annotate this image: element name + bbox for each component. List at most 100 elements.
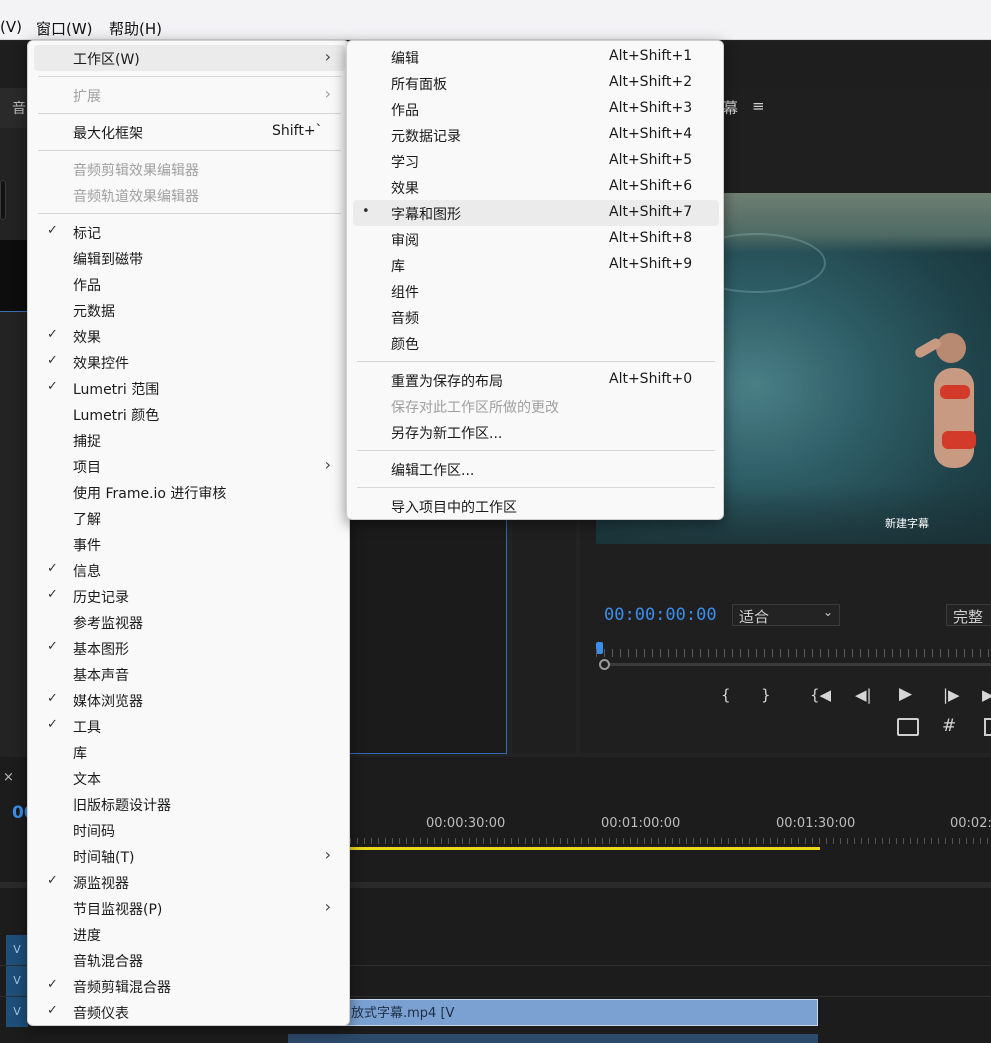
window-menu-item[interactable]: ✓ 标记 bbox=[34, 219, 345, 245]
window-menu-item[interactable]: 元数据 bbox=[34, 297, 345, 323]
mark-in-icon[interactable]: { bbox=[721, 686, 731, 704]
fit-select[interactable]: 适合 ⌄ bbox=[732, 604, 840, 626]
workspace-menu-item[interactable]: 重置为保存的布局 Alt+Shift+0 bbox=[353, 367, 719, 393]
step-forward-icon[interactable]: |▶ bbox=[943, 686, 960, 704]
window-menu-item[interactable]: 时间码 bbox=[34, 817, 345, 843]
window-menu-item[interactable]: ✓ 基本图形 bbox=[34, 635, 345, 661]
window-menu-item[interactable]: ✓ 音频仪表 bbox=[34, 999, 345, 1025]
mark-out-icon[interactable]: } bbox=[761, 686, 771, 704]
workspace-menu-item[interactable]: 所有面板 Alt+Shift+2 bbox=[353, 70, 719, 96]
workspace-menu-item[interactable]: 元数据记录 Alt+Shift+4 bbox=[353, 122, 719, 148]
window-menu-item[interactable]: 时间轴(T) › bbox=[34, 843, 345, 869]
workspace-menu-item-label: 颜色 bbox=[391, 337, 419, 353]
workspace-menu-item[interactable]: • 字幕和图形 Alt+Shift+7 bbox=[353, 200, 719, 226]
shortcut-label: Alt+Shift+3 bbox=[609, 100, 693, 116]
menu-view[interactable]: (V) bbox=[0, 18, 22, 36]
go-to-in-icon[interactable]: {◀ bbox=[810, 686, 831, 704]
window-menu-item[interactable]: 参考监视器 bbox=[34, 609, 345, 635]
workspace-menu-item[interactable]: 导入项目中的工作区 bbox=[353, 493, 719, 519]
menu-help[interactable]: 帮助(H) bbox=[109, 18, 162, 39]
zoom-handle[interactable] bbox=[599, 659, 610, 670]
window-menu-item[interactable]: ✓ 媒体浏览器 bbox=[34, 687, 345, 713]
window-menu-item[interactable]: 节目监视器(P) › bbox=[34, 895, 345, 921]
work-area-bar[interactable] bbox=[350, 847, 820, 850]
step-back-icon[interactable]: ◀| bbox=[855, 686, 872, 704]
window-menu-item-label: 媒体浏览器 bbox=[73, 694, 143, 710]
shortcut-label: Alt+Shift+5 bbox=[609, 152, 693, 168]
window-menu-item[interactable]: 事件 bbox=[34, 531, 345, 557]
window-menu-item[interactable]: 项目 › bbox=[34, 453, 345, 479]
program-scrubber[interactable] bbox=[596, 642, 991, 670]
window-menu-item[interactable]: 了解 bbox=[34, 505, 345, 531]
workspace-menu-item[interactable]: 颜色 bbox=[353, 330, 719, 356]
workspace-menu-item[interactable]: 组件 bbox=[353, 278, 719, 304]
window-menu-item[interactable]: 作品 bbox=[34, 271, 345, 297]
shortcut-label: Alt+Shift+0 bbox=[609, 371, 693, 387]
export-frame-icon[interactable] bbox=[984, 718, 991, 736]
window-menu-item[interactable]: 库 bbox=[34, 739, 345, 765]
window-menu-item: 音频剪辑效果编辑器 bbox=[34, 156, 345, 182]
window-menu-item[interactable]: ✓ 源监视器 bbox=[34, 869, 345, 895]
window-menu-item[interactable]: ✓ 历史记录 bbox=[34, 583, 345, 609]
track-header-v3[interactable]: V bbox=[6, 935, 28, 965]
workspace-menu-item[interactable]: 效果 Alt+Shift+6 bbox=[353, 174, 719, 200]
window-menu-item[interactable]: 进度 bbox=[34, 921, 345, 947]
shortcut-label: Alt+Shift+9 bbox=[609, 256, 693, 272]
workspace-menu-item[interactable]: 音频 bbox=[353, 304, 719, 330]
window-menu-item-label: 标记 bbox=[73, 226, 101, 242]
window-menu-item[interactable]: 工作区(W) › bbox=[34, 45, 345, 71]
go-to-out-icon[interactable]: ▶ bbox=[982, 686, 991, 704]
left-panel-tab[interactable]: 音 bbox=[0, 88, 30, 128]
panel-menu-icon[interactable]: ≡ bbox=[752, 97, 765, 115]
workspace-submenu: 编辑 Alt+Shift+1 所有面板 Alt+Shift+2 作品 Alt+Shift+… bbox=[346, 40, 724, 520]
window-menu-item-label: 时间码 bbox=[73, 824, 115, 840]
window-menu-item[interactable]: 编辑到磁带 bbox=[34, 245, 345, 271]
workspace-menu-item[interactable]: 编辑工作区... bbox=[353, 456, 719, 482]
grid-icon[interactable]: # bbox=[942, 716, 956, 736]
program-timecode[interactable]: 00:00:00:00 bbox=[604, 605, 717, 625]
menu-separator bbox=[38, 213, 341, 214]
workspace-menu-item[interactable]: 库 Alt+Shift+9 bbox=[353, 252, 719, 278]
window-menu-item[interactable]: Lumetri 颜色 bbox=[34, 401, 345, 427]
menu-separator bbox=[38, 150, 341, 151]
window-menu-item[interactable]: 旧版标题设计器 bbox=[34, 791, 345, 817]
workspace-menu-item[interactable]: 学习 Alt+Shift+5 bbox=[353, 148, 719, 174]
window-menu-item-label: 扩展 bbox=[73, 89, 101, 105]
left-panel-button[interactable] bbox=[0, 180, 6, 220]
audio-clip[interactable] bbox=[288, 1034, 818, 1043]
workspace-menu-item-label: 编辑 bbox=[391, 51, 419, 67]
workspace-menu-item: 保存对此工作区所做的更改 bbox=[353, 393, 719, 419]
window-menu-item: 扩展 › bbox=[34, 82, 345, 108]
window-menu-item[interactable]: 音轨混合器 bbox=[34, 947, 345, 973]
video-clip[interactable]: 放式字幕.mp4 [V bbox=[288, 999, 818, 1026]
workspace-menu-item[interactable]: 编辑 Alt+Shift+1 bbox=[353, 44, 719, 70]
timeline-close-icon[interactable]: × bbox=[3, 770, 14, 785]
window-menu-item[interactable]: ✓ 信息 bbox=[34, 557, 345, 583]
program-tab-label[interactable]: 幕 bbox=[723, 97, 738, 118]
window-menu-item[interactable]: ✓ 效果 bbox=[34, 323, 345, 349]
menu-window[interactable]: 窗口(W) bbox=[36, 18, 93, 39]
person-head bbox=[936, 333, 966, 363]
workspace-menu-item[interactable]: 作品 Alt+Shift+3 bbox=[353, 96, 719, 122]
track-header-v2[interactable]: V bbox=[6, 966, 28, 996]
workspace-menu-item[interactable]: 审阅 Alt+Shift+8 bbox=[353, 226, 719, 252]
window-menu-item[interactable]: 使用 Frame.io 进行审核 bbox=[34, 479, 345, 505]
window-menu-item[interactable]: 捕捉 bbox=[34, 427, 345, 453]
window-menu-item[interactable]: 最大化框架 Shift+` bbox=[34, 119, 345, 145]
ruler-label: 00:02: bbox=[950, 816, 991, 831]
quality-select[interactable]: 完整 bbox=[946, 604, 991, 626]
window-menu-item[interactable]: ✓ Lumetri 范围 bbox=[34, 375, 345, 401]
window-menu-item[interactable]: ✓ 工具 bbox=[34, 713, 345, 739]
play-icon[interactable]: ▶ bbox=[899, 684, 912, 704]
safe-margins-icon[interactable] bbox=[897, 718, 919, 736]
window-menu-item[interactable]: ✓ 效果控件 bbox=[34, 349, 345, 375]
window-menu-item[interactable]: 基本声音 bbox=[34, 661, 345, 687]
workspace-menu-item-label: 效果 bbox=[391, 181, 419, 197]
track-header-v1[interactable]: V bbox=[6, 997, 28, 1027]
workspace-menu-item[interactable]: 另存为新工作区... bbox=[353, 419, 719, 445]
checkmark-icon: ✓ bbox=[47, 223, 58, 238]
window-menu-item[interactable]: ✓ 音频剪辑混合器 bbox=[34, 973, 345, 999]
window-menu-item-label: 信息 bbox=[73, 564, 101, 580]
window-menu-item[interactable]: 文本 bbox=[34, 765, 345, 791]
zoom-bar[interactable] bbox=[610, 663, 991, 666]
